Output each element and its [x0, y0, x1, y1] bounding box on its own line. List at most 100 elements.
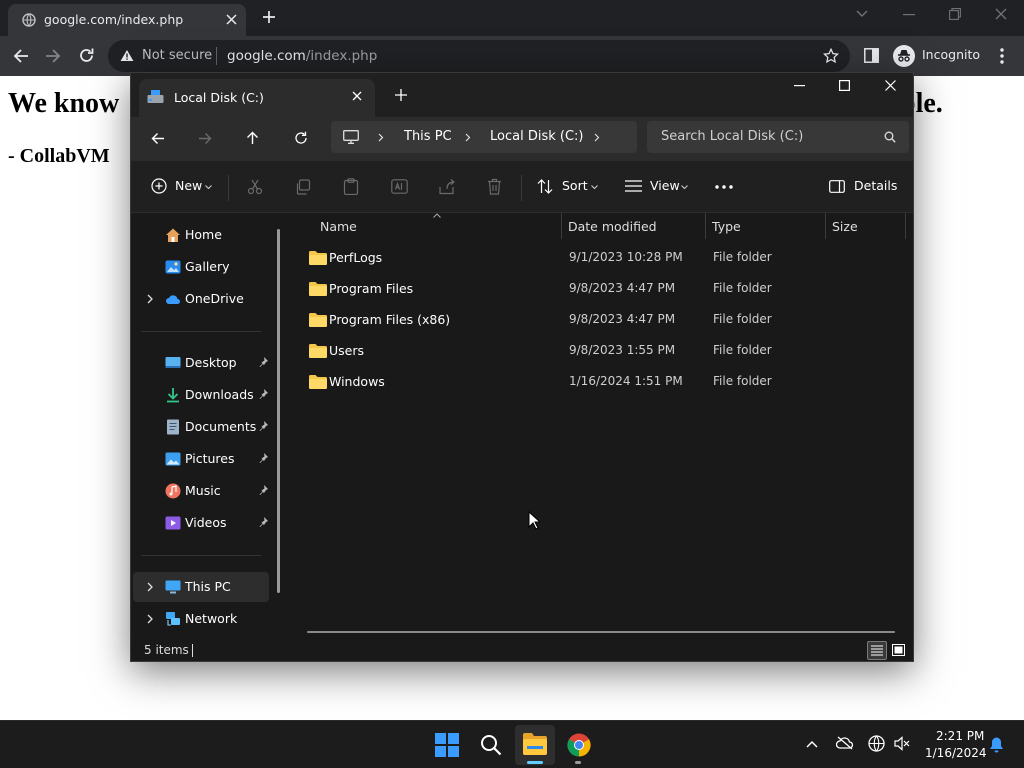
- network-globe-icon[interactable]: [868, 735, 885, 752]
- table-row[interactable]: Program Files (x86) 9/8/2023 4:47 PM Fil…: [299, 305, 899, 335]
- address-bar[interactable]: Not secure google.com/index.php: [108, 40, 850, 72]
- search-icon[interactable]: [480, 734, 502, 756]
- table-row[interactable]: Users 9/8/2023 1:55 PM File folder: [299, 336, 899, 366]
- table-row[interactable]: Program Files 9/8/2023 4:47 PM File fold…: [299, 274, 899, 304]
- tiles-view-button[interactable]: [889, 641, 909, 660]
- chevron-right-icon[interactable]: [145, 613, 155, 625]
- reload-icon[interactable]: [78, 47, 95, 64]
- taskbar-file-explorer[interactable]: [515, 725, 555, 765]
- search-box[interactable]: Search Local Disk (C:): [647, 121, 909, 153]
- delete-icon[interactable]: [487, 178, 502, 195]
- browser-tab[interactable]: google.com/index.php: [8, 4, 246, 36]
- pin-icon[interactable]: [257, 484, 269, 496]
- chevron-up-icon[interactable]: [806, 740, 818, 748]
- nav-label: Videos: [185, 515, 227, 530]
- chevron-right-icon[interactable]: [145, 293, 155, 305]
- clock-time[interactable]: 2:21 PM: [936, 729, 984, 743]
- new-button[interactable]: New: [149, 175, 215, 201]
- nav-item-downloads[interactable]: Downloads: [133, 380, 269, 410]
- new-tab-icon[interactable]: [395, 89, 407, 101]
- pin-icon[interactable]: [257, 452, 269, 464]
- omnibox-divider: [216, 47, 217, 65]
- sort-button[interactable]: Sort: [535, 175, 605, 201]
- onedrive-offline-icon[interactable]: [836, 736, 854, 750]
- nav-item-this-pc[interactable]: This PC: [133, 572, 269, 602]
- close-tab-icon[interactable]: [226, 14, 237, 25]
- pin-icon[interactable]: [257, 356, 269, 368]
- incognito-icon[interactable]: [893, 45, 915, 67]
- new-tab-icon[interactable]: [262, 10, 276, 24]
- chevron-right-icon[interactable]: [145, 581, 155, 593]
- nav-item-music[interactable]: Music: [133, 476, 269, 506]
- close-window-icon[interactable]: [885, 80, 896, 91]
- notification-bell-icon[interactable]: [989, 736, 1004, 753]
- explorer-tab[interactable]: Local Disk (C:): [139, 79, 375, 117]
- more-options-icon[interactable]: [715, 185, 733, 189]
- column-header-type[interactable]: Type: [712, 219, 741, 234]
- nav-item-home[interactable]: Home: [133, 220, 269, 250]
- chevron-right-icon[interactable]: [594, 133, 600, 142]
- table-row[interactable]: PerfLogs 9/1/2023 10:28 PM File folder: [299, 243, 899, 273]
- search-icon[interactable]: [884, 131, 896, 143]
- nav-item-documents[interactable]: Documents: [133, 412, 269, 442]
- explorer-address-row: This PC Local Disk (C:) Search Local Dis…: [131, 117, 913, 161]
- nav-label: This PC: [185, 579, 231, 594]
- side-panel-icon[interactable]: [864, 48, 879, 63]
- paste-icon[interactable]: [343, 178, 359, 195]
- clock-date[interactable]: 1/16/2024: [925, 746, 987, 760]
- share-icon[interactable]: [439, 179, 456, 195]
- back-icon[interactable]: [151, 132, 165, 145]
- start-button-icon[interactable]: [435, 733, 459, 757]
- up-icon[interactable]: [246, 131, 259, 145]
- column-header-size[interactable]: Size: [832, 219, 858, 234]
- nav-item-pictures[interactable]: Pictures: [133, 444, 269, 474]
- pin-icon[interactable]: [257, 420, 269, 432]
- file-name: Program Files: [329, 281, 414, 296]
- column-header-date[interactable]: Date modified: [568, 219, 657, 234]
- cut-icon[interactable]: [247, 179, 263, 195]
- column-separator[interactable]: [905, 213, 906, 239]
- column-separator[interactable]: [561, 213, 562, 239]
- minimize-icon[interactable]: [903, 14, 915, 16]
- tab-search-icon[interactable]: [856, 10, 868, 18]
- nav-item-gallery[interactable]: Gallery: [133, 252, 269, 282]
- bookmark-star-icon[interactable]: [823, 48, 839, 64]
- nav-item-desktop[interactable]: Desktop: [133, 348, 269, 378]
- breadcrumb-local-disk[interactable]: Local Disk (C:): [490, 129, 583, 144]
- maximize-icon[interactable]: [839, 80, 850, 91]
- refresh-icon[interactable]: [294, 131, 308, 145]
- nav-item-onedrive[interactable]: OneDrive: [133, 284, 269, 314]
- nav-item-videos[interactable]: Videos: [133, 508, 269, 538]
- url-text[interactable]: google.com/index.php: [227, 48, 377, 64]
- horizontal-scrollbar[interactable]: [307, 631, 895, 633]
- view-button[interactable]: View: [623, 175, 695, 201]
- copy-icon[interactable]: [295, 179, 311, 195]
- restore-icon[interactable]: [949, 8, 961, 20]
- pin-icon[interactable]: [257, 516, 269, 528]
- pin-icon[interactable]: [257, 388, 269, 400]
- rename-icon[interactable]: [391, 179, 408, 194]
- warning-icon[interactable]: [120, 49, 134, 62]
- column-header-name[interactable]: Name: [320, 219, 357, 234]
- more-menu-icon[interactable]: [1000, 48, 1004, 64]
- close-tab-icon[interactable]: [352, 91, 362, 101]
- volume-muted-icon[interactable]: [894, 736, 910, 751]
- nav-scrollbar[interactable]: [277, 229, 280, 593]
- close-window-icon[interactable]: [995, 8, 1007, 20]
- column-separator[interactable]: [705, 213, 706, 239]
- column-separator[interactable]: [825, 213, 826, 239]
- forward-icon[interactable]: [45, 48, 61, 64]
- minimize-icon[interactable]: [794, 85, 805, 87]
- file-name: Users: [329, 343, 365, 358]
- monitor-icon: [343, 130, 359, 144]
- chrome-icon[interactable]: [567, 733, 591, 757]
- explorer-tab-title: Local Disk (C:): [174, 90, 264, 105]
- forward-icon[interactable]: [198, 132, 212, 145]
- nav-item-network[interactable]: Network: [133, 604, 269, 634]
- details-view-button[interactable]: [867, 641, 887, 660]
- details-button[interactable]: Details: [825, 175, 905, 201]
- breadcrumb-this-pc[interactable]: This PC: [404, 129, 452, 144]
- table-row[interactable]: Windows 1/16/2024 1:51 PM File folder: [299, 367, 899, 397]
- breadcrumb[interactable]: This PC Local Disk (C:): [331, 121, 637, 153]
- back-icon[interactable]: [13, 48, 29, 64]
